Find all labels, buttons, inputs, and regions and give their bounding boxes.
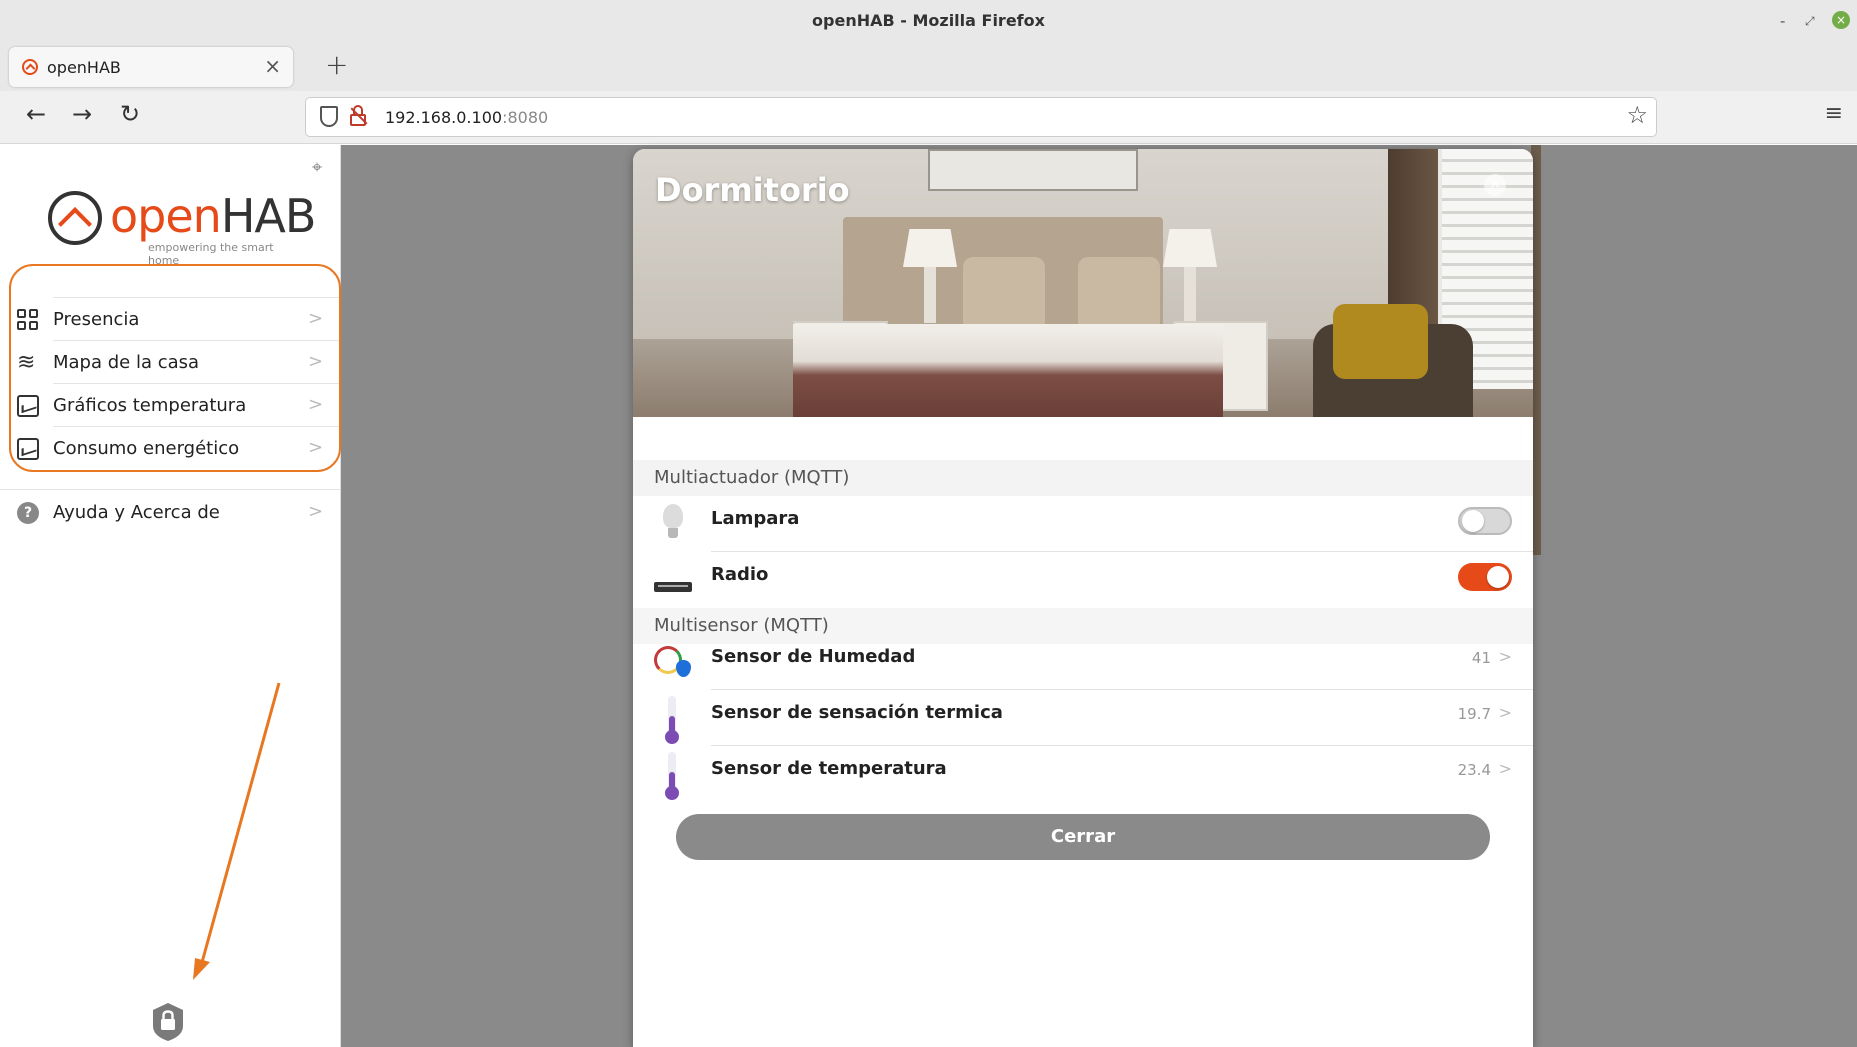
section-header: Multiactuador (MQTT) <box>633 460 1533 496</box>
insecure-lock-icon[interactable] <box>350 105 368 127</box>
cerrar-button[interactable]: Cerrar <box>676 814 1490 860</box>
bulb-icon <box>654 502 692 546</box>
row-label: Sensor de sensación termica <box>711 702 1003 723</box>
modal-title: Dormitorio <box>655 171 850 209</box>
section-header-label: Multiactuador (MQTT) <box>654 467 850 488</box>
thermometer-icon <box>654 752 692 800</box>
annotation-arrow <box>193 682 281 980</box>
cushion <box>1333 304 1428 379</box>
hamburger-menu-icon[interactable]: ≡ <box>1825 101 1843 126</box>
shield-lock-icon[interactable] <box>150 1002 186 1042</box>
lampara-toggle[interactable] <box>1458 507 1512 535</box>
section-header-label: Multisensor (MQTT) <box>654 615 829 636</box>
room-hero-image: Dormitorio × <box>633 149 1533 417</box>
minimize-button[interactable]: - <box>1780 12 1785 30</box>
chevron-right-icon: > <box>1498 647 1512 666</box>
humidity-icon <box>654 640 692 684</box>
bed <box>793 324 1223 417</box>
wall-art <box>928 149 1138 191</box>
url-text[interactable]: 192.168.0.100:8080 <box>385 108 548 127</box>
chevron-right-icon: > <box>1498 703 1512 722</box>
list-item-humedad[interactable]: Sensor de Humedad 41 > <box>633 634 1533 690</box>
row-label: Sensor de temperatura <box>711 758 947 779</box>
radio-toggle[interactable] <box>1458 563 1512 591</box>
row-label: Radio <box>711 564 769 585</box>
row-value: 19.7 <box>1457 705 1491 723</box>
list-item-radio[interactable]: Radio <box>633 552 1533 608</box>
list-item-lampara[interactable]: Lampara <box>633 496 1533 552</box>
row-value: 41 <box>1471 649 1491 667</box>
url-host: 192.168.0.100 <box>385 108 503 127</box>
maximize-button[interactable]: ⤢ <box>1805 14 1815 29</box>
chevron-right-icon: > <box>1498 759 1512 778</box>
close-icon[interactable]: × <box>1484 174 1506 196</box>
url-bar[interactable]: 192.168.0.100:8080 ☆ <box>305 97 1657 137</box>
thermometer-icon <box>654 696 692 744</box>
list-item-temperatura[interactable]: Sensor de temperatura 23.4 > <box>633 746 1533 802</box>
url-port: :8080 <box>502 108 549 127</box>
bookmark-star-icon[interactable]: ☆ <box>1626 101 1648 129</box>
list-item-sensacion[interactable]: Sensor de sensación termica 19.7 > <box>633 690 1533 746</box>
row-value: 23.4 <box>1457 761 1491 779</box>
radio-icon <box>654 558 692 602</box>
row-label: Sensor de Humedad <box>711 646 916 667</box>
close-window-button[interactable]: × <box>1832 11 1850 29</box>
row-label: Lampara <box>711 508 800 529</box>
room-modal: Dormitorio × Multiactuador (MQTT) Lampar… <box>633 149 1533 1047</box>
